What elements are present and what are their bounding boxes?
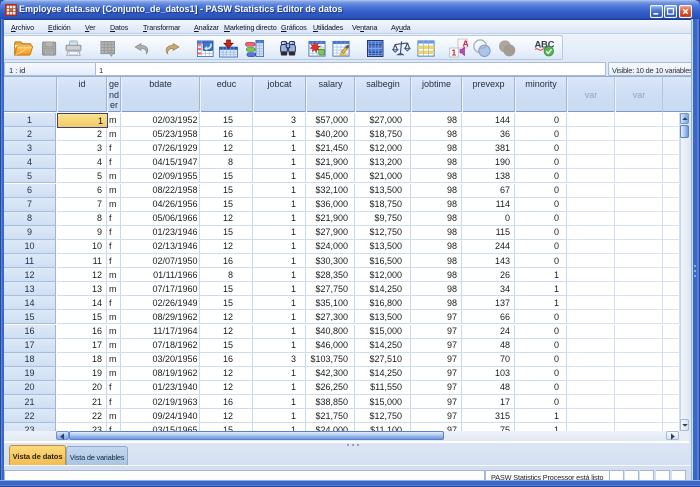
- svg-text:A: A: [463, 39, 469, 49]
- svg-text:1: 1: [452, 48, 457, 58]
